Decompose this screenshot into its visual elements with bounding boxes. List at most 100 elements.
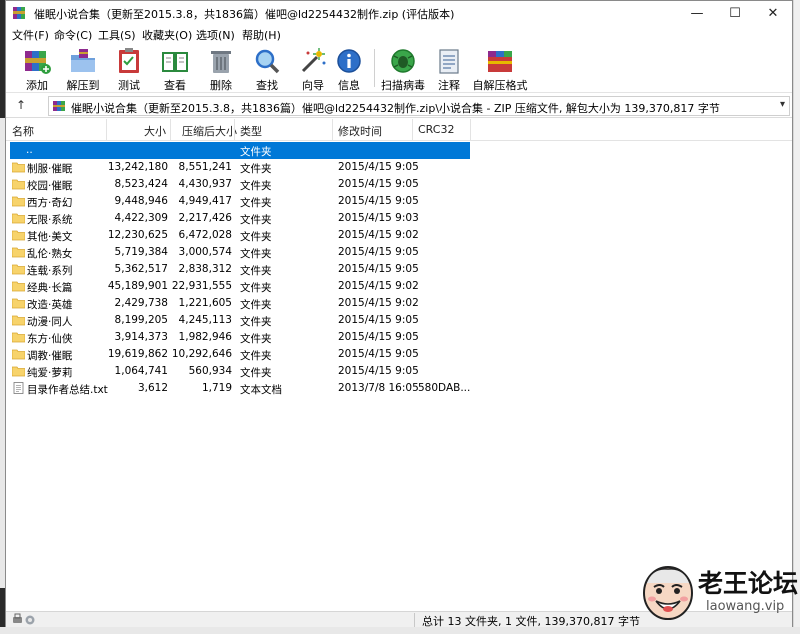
cell-name: 西方·奇幻 xyxy=(27,197,73,209)
cell-size: 9,448,946 xyxy=(114,195,168,207)
column-crc32[interactable]: CRC32 xyxy=(418,123,454,136)
table-row[interactable]: 东方·仙侠 3,914,373 1,982,946 文件夹 2015/4/15 9:05 xyxy=(6,329,792,346)
cell-size: 1,064,741 xyxy=(114,365,168,377)
folder-icon xyxy=(12,213,25,224)
menu-file[interactable]: 文件(F) xyxy=(12,27,49,43)
menu-options[interactable]: 选项(N) xyxy=(196,27,235,43)
winrar-app-icon xyxy=(13,7,25,19)
cell-packed: 10,292,646 xyxy=(171,348,232,360)
cell-size: 4,422,309 xyxy=(114,212,168,224)
table-row[interactable]: 制服·催眠 13,242,180 8,551,241 文件夹 2015/4/15 9:0… xyxy=(6,159,792,176)
table-row[interactable]: 西方·奇幻 9,448,946 4,949,417 文件夹 2015/4/15 9:05 xyxy=(6,193,792,210)
info-icon xyxy=(337,49,361,73)
table-row[interactable]: 经典·长篇 45,189,901 22,931,555 文件夹 2015/4/15 9:… xyxy=(6,278,792,295)
cell-type: 文件夹 xyxy=(240,197,272,209)
table-row[interactable]: 改造·英雄 2,429,738 1,221,605 文件夹 2015/4/15 9:02 xyxy=(6,295,792,312)
view-book-icon xyxy=(162,52,188,72)
column-type[interactable]: 类型 xyxy=(240,123,262,139)
cell-size: 3,914,373 xyxy=(114,331,168,343)
delete-button[interactable]: 删除 xyxy=(200,45,242,92)
wizard-wand-icon xyxy=(301,48,326,73)
column-name[interactable]: 名称 xyxy=(12,123,34,139)
table-row[interactable]: 动漫·同人 8,199,205 4,245,113 文件夹 2015/4/15 9:05 xyxy=(6,312,792,329)
menu-help[interactable]: 帮助(H) xyxy=(242,27,281,43)
table-row[interactable]: 无限·系统 4,422,309 2,217,426 文件夹 2015/4/15 9:03 xyxy=(6,210,792,227)
folder-icon xyxy=(12,247,25,258)
cell-modified: 2015/4/15 9:05 xyxy=(338,246,419,258)
cell-type: 文本文档 xyxy=(240,384,282,396)
status-divider xyxy=(414,613,415,627)
title-bar[interactable]: 催眠小说合集（更新至2015.3.8，共1836篇）催吧@ld2254432制作… xyxy=(6,1,792,25)
toolbar: 添加 解压到 测试 查看 删除 查找 向导 信息 扫描病毒 注释 自解压格式 xyxy=(6,43,792,93)
up-arrow-icon[interactable]: ↑ xyxy=(16,98,26,112)
cell-packed: 4,245,113 xyxy=(178,314,232,326)
table-row[interactable]: 校园·催眠 8,523,424 4,430,937 文件夹 2015/4/15 9:05 xyxy=(6,176,792,193)
column-divider[interactable] xyxy=(170,119,171,141)
toolbar-separator xyxy=(374,49,375,87)
path-field[interactable]: 催眠小说合集（更新至2015.3.8，共1836篇）催吧@ld2254432制作… xyxy=(48,96,790,116)
cell-modified: 2015/4/15 9:05 xyxy=(338,161,419,173)
cell-name: .. xyxy=(26,144,33,156)
column-divider[interactable] xyxy=(412,119,413,141)
chevron-down-icon[interactable]: ▾ xyxy=(780,99,785,110)
close-button[interactable]: ✕ xyxy=(754,1,792,25)
window-title: 催眠小说合集（更新至2015.3.8，共1836篇）催吧@ld2254432制作… xyxy=(34,8,455,21)
extract-button[interactable]: 解压到 xyxy=(62,45,104,92)
table-row[interactable]: 目录作者总结.txt 3,612 1,719 文本文档 2013/7/8 16:05 58… xyxy=(6,380,792,397)
add-archive-icon xyxy=(25,51,51,74)
minimize-button[interactable]: — xyxy=(678,1,716,25)
folder-icon xyxy=(12,230,25,241)
virus-scan-button[interactable]: 扫描病毒 xyxy=(381,45,425,92)
menu-tools[interactable]: 工具(S) xyxy=(98,27,136,43)
cell-modified: 2013/7/8 16:05 xyxy=(338,382,419,394)
cell-name: 动漫·同人 xyxy=(27,316,73,328)
table-row[interactable]: 乱伦·熟女 5,719,384 3,000,574 文件夹 2015/4/15 9:05 xyxy=(6,244,792,261)
column-modified[interactable]: 修改时间 xyxy=(338,123,382,139)
folder-icon xyxy=(12,366,25,377)
parent-folder-row[interactable]: .. 文件夹 xyxy=(6,142,792,159)
menu-commands[interactable]: 命令(C) xyxy=(54,27,92,43)
watermark-logo xyxy=(643,566,693,620)
cell-modified: 2015/4/15 9:05 xyxy=(338,178,419,190)
column-divider[interactable] xyxy=(234,119,235,141)
cell-modified: 2015/4/15 9:05 xyxy=(338,195,419,207)
cell-modified: 2015/4/15 9:05 xyxy=(338,263,419,275)
menu-favorites[interactable]: 收藏夹(O) xyxy=(142,27,192,43)
folder-icon xyxy=(12,264,25,275)
drive-lock-icon xyxy=(13,613,35,625)
comment-button[interactable]: 注释 xyxy=(428,45,470,92)
cell-type: 文件夹 xyxy=(240,350,272,362)
extract-folder-icon xyxy=(71,49,95,72)
text-file-icon xyxy=(13,382,24,394)
sfx-label: 自解压格式 xyxy=(472,79,528,92)
find-button[interactable]: 查找 xyxy=(246,45,288,92)
cell-name: 东方·仙侠 xyxy=(27,333,73,345)
column-divider[interactable] xyxy=(106,119,107,141)
column-size[interactable]: 大小 xyxy=(144,123,166,139)
cell-name: 制服·催眠 xyxy=(27,163,73,175)
column-divider[interactable] xyxy=(470,119,471,141)
sfx-button[interactable]: 自解压格式 xyxy=(472,45,528,92)
column-header: 名称 大小 压缩后大小 类型 修改时间 CRC32 xyxy=(6,119,792,141)
view-button[interactable]: 查看 xyxy=(154,45,196,92)
maximize-button[interactable]: ☐ xyxy=(716,1,754,25)
cell-packed: 4,949,417 xyxy=(178,195,232,207)
table-row[interactable]: 其他·美文 12,230,625 6,472,028 文件夹 2015/4/15 9:0… xyxy=(6,227,792,244)
cell-crc32: 580DAB... xyxy=(418,382,471,394)
cell-type: 文件夹 xyxy=(240,333,272,345)
column-divider[interactable] xyxy=(332,119,333,141)
add-button[interactable]: 添加 xyxy=(16,45,58,92)
table-row[interactable]: 纯爱·萝莉 1,064,741 560,934 文件夹 2015/4/15 9:05 xyxy=(6,363,792,380)
cell-modified: 2015/4/15 9:05 xyxy=(338,331,419,343)
cell-packed: 3,000,574 xyxy=(178,246,232,258)
delete-trash-icon xyxy=(211,51,231,73)
cell-packed: 1,982,946 xyxy=(178,331,232,343)
info-button[interactable]: 信息 xyxy=(328,45,370,92)
table-row[interactable]: 调教·催眠 19,619,862 10,292,646 文件夹 2015/4/15 9:… xyxy=(6,346,792,363)
folder-icon xyxy=(12,179,25,190)
table-row[interactable]: 连载·系列 5,362,517 2,838,312 文件夹 2015/4/15 9:05 xyxy=(6,261,792,278)
cell-name: 纯爱·萝莉 xyxy=(27,367,73,379)
cell-packed: 1,221,605 xyxy=(178,297,232,309)
column-packed[interactable]: 压缩后大小 xyxy=(182,123,237,139)
test-button[interactable]: 测试 xyxy=(108,45,150,92)
